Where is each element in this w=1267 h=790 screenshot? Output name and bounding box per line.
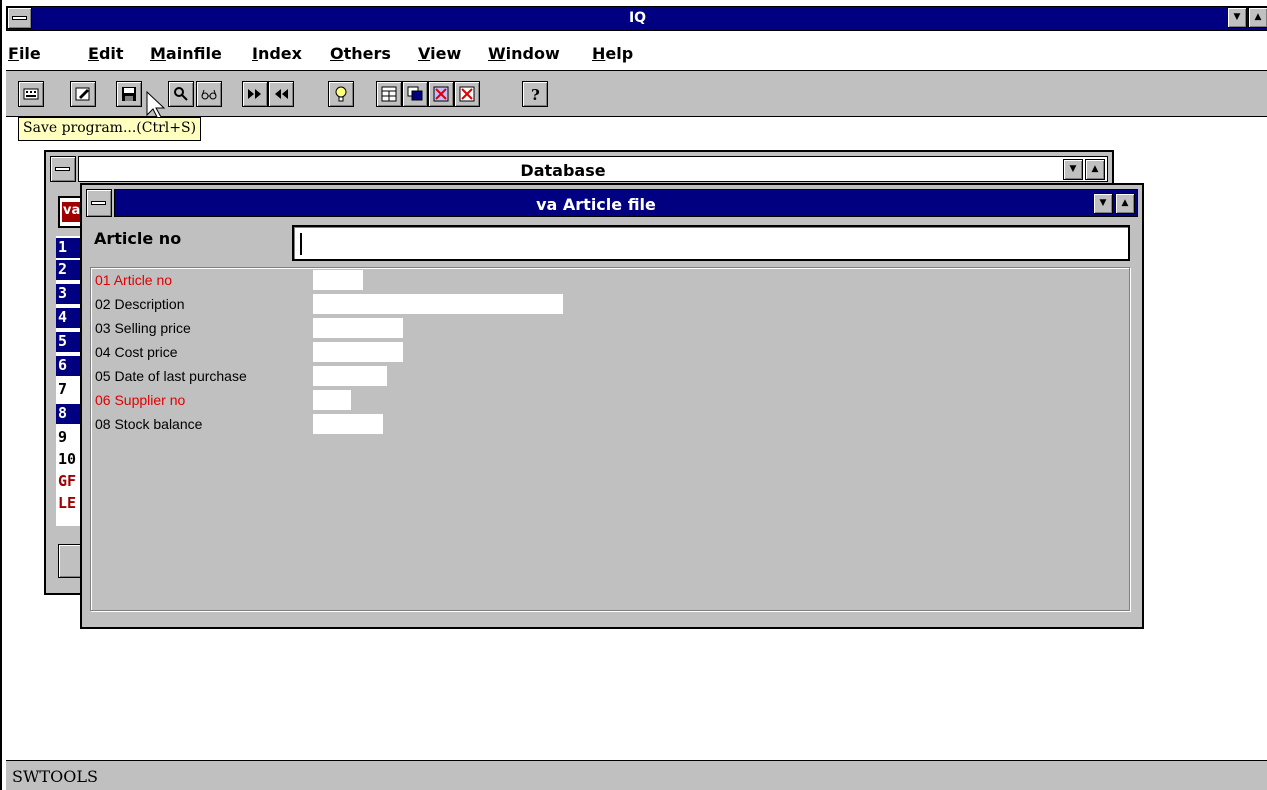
app-title: IQ [628, 10, 647, 26]
help-icon: ? [531, 86, 540, 102]
field-box-selling-price[interactable] [313, 318, 403, 338]
close-window-icon [459, 86, 475, 102]
menu-mainfile[interactable]: Mainfile [150, 44, 222, 63]
layout-icon [381, 86, 397, 102]
article-minimize-button[interactable]: ▼ [1093, 193, 1113, 214]
menu-view[interactable]: View [418, 44, 461, 63]
database-maximize-button[interactable]: ▲ [1085, 159, 1105, 180]
database-combo-value: va [62, 202, 82, 222]
help-button[interactable]: ? [522, 81, 548, 107]
field-label-selling-price[interactable]: 03 Selling price [95, 320, 191, 340]
svg-text:?: ? [531, 86, 540, 102]
system-menu-icon [91, 201, 106, 205]
calculator-icon [23, 88, 39, 100]
menu-window[interactable]: Window [488, 44, 560, 63]
database-title: Database [520, 161, 606, 180]
menu-help[interactable]: Help [592, 44, 633, 63]
field-box-description[interactable] [313, 294, 563, 314]
article-file-window[interactable]: va Article file ▼ ▲ Article no 01 Articl… [80, 183, 1144, 629]
next-record-button[interactable] [242, 81, 268, 107]
menu-index[interactable]: Index [252, 44, 302, 63]
glasses-icon [201, 89, 217, 100]
maximize-button[interactable]: ▲ [1248, 7, 1267, 28]
key-field-label: Article no [94, 229, 182, 248]
save-icon [122, 87, 136, 101]
delete-window-button[interactable] [428, 81, 454, 107]
article-maximize-button[interactable]: ▲ [1115, 193, 1135, 214]
field-box-stock-balance[interactable] [313, 414, 383, 434]
calculator-button[interactable] [18, 81, 44, 107]
minimize-button[interactable]: ▼ [1227, 7, 1247, 28]
save-button[interactable] [116, 81, 142, 107]
article-title-bar[interactable]: va Article file ▼ ▲ [114, 189, 1138, 217]
application-window: IQ ▼ ▲ File Edit Mainfile Index Others V… [0, 0, 1267, 790]
menu-file[interactable]: File [8, 44, 41, 63]
rewind-icon [275, 89, 288, 99]
search-icon [174, 87, 188, 101]
article-system-menu-button[interactable] [86, 189, 112, 217]
system-menu-icon [55, 167, 70, 171]
article-no-input[interactable] [292, 225, 1130, 261]
fast-forward-icon [248, 89, 261, 99]
article-window-title: va Article file [536, 195, 656, 214]
menu-bar: File Edit Mainfile Index Others View Win… [6, 32, 1267, 71]
field-label-date-of-last-purchase[interactable]: 05 Date of last purchase [95, 368, 247, 388]
field-label-cost-price[interactable]: 04 Cost price [95, 344, 177, 364]
field-box-article-no[interactable] [313, 270, 363, 290]
database-title-bar[interactable]: Database ▼ ▲ [78, 156, 1108, 182]
search-button[interactable] [168, 81, 194, 107]
layout-button[interactable] [376, 81, 402, 107]
previous-record-button[interactable] [268, 81, 294, 107]
field-box-date-of-last-purchase[interactable] [313, 366, 387, 386]
status-bar: SWTOOLS [6, 760, 1267, 790]
lightbulb-icon [335, 86, 347, 102]
field-box-cost-price[interactable] [313, 342, 403, 362]
edit-icon [75, 87, 90, 101]
windows-icon [407, 86, 423, 101]
tooltip: Save program...(Ctrl+S) [18, 117, 202, 141]
database-minimize-button[interactable]: ▼ [1063, 159, 1083, 180]
text-caret [300, 233, 302, 255]
field-label-description[interactable]: 02 Description [95, 296, 185, 316]
field-label-stock-balance[interactable]: 08 Stock balance [95, 416, 202, 436]
menu-edit[interactable]: Edit [88, 44, 124, 63]
field-layout-panel: 01 Article no 02 Description 03 Selling … [90, 267, 1130, 611]
delete-window-icon [433, 86, 449, 102]
database-system-menu-button[interactable] [50, 156, 76, 182]
hint-button[interactable] [328, 81, 354, 107]
toolbar: ? [6, 71, 1267, 120]
app-title-bar[interactable]: IQ ▼ ▲ [6, 6, 1267, 31]
field-label-supplier-no[interactable]: 06 Supplier no [95, 392, 185, 412]
menu-others[interactable]: Others [330, 44, 391, 63]
field-box-supplier-no[interactable] [313, 390, 351, 410]
browse-button[interactable] [196, 81, 222, 107]
edit-button[interactable] [70, 81, 96, 107]
field-label-article-no[interactable]: 01 Article no [95, 272, 172, 292]
close-window-button[interactable] [454, 81, 480, 107]
windows-button[interactable] [402, 81, 428, 107]
